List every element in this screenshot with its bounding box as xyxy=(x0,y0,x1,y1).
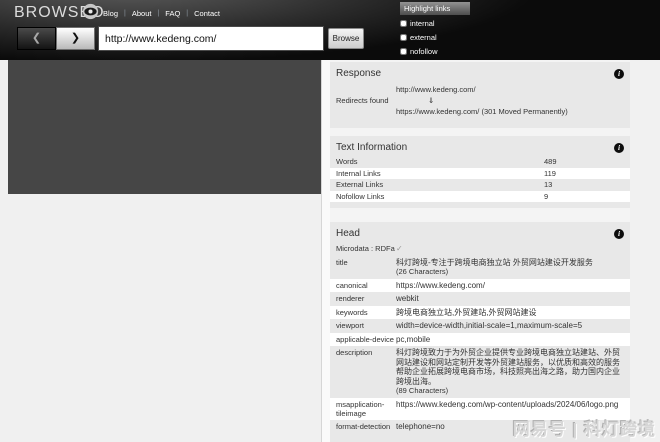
row-label: title xyxy=(336,258,396,277)
table-row: applicable-device pc,mobile xyxy=(330,333,630,347)
checkbox-label: internal xyxy=(410,19,435,28)
seo-report-panel: Response i Redirects found http://www.ke… xyxy=(330,60,630,442)
section-title: Response xyxy=(336,68,381,79)
row-value: pc,mobile xyxy=(396,335,624,345)
top-nav: Blog | About | FAQ | Contact xyxy=(103,9,220,18)
preview-scrollbar[interactable] xyxy=(321,60,330,442)
row-value: webkit xyxy=(396,294,624,304)
checkbox-label: nofollow xyxy=(410,47,438,56)
info-icon[interactable]: i xyxy=(614,69,624,79)
highlight-option-nofollow[interactable]: nofollow xyxy=(400,45,470,57)
info-icon[interactable]: i xyxy=(614,229,624,239)
back-button[interactable]: ❮ xyxy=(17,27,56,50)
browseo-eye-icon xyxy=(82,3,99,20)
row-label: keywords xyxy=(336,308,396,318)
response-section: Response i Redirects found http://www.ke… xyxy=(330,62,630,128)
row-label: Internal Links xyxy=(336,169,544,178)
row-value: 科灯跨境致力于为外贸企业提供专业跨境电商独立站建站、外贸网站建设和网站定制开发等… xyxy=(396,348,624,396)
row-label: applicable-device xyxy=(336,335,396,345)
page-preview-area xyxy=(0,60,330,442)
row-value: 跨境电商独立站,外贸建站,外贸网站建设 xyxy=(396,308,624,318)
back-chevron-icon: ❮ xyxy=(32,32,41,44)
highlight-option-internal[interactable]: internal xyxy=(400,17,470,29)
nav-separator: | xyxy=(186,10,188,17)
forward-chevron-icon: ❯ xyxy=(71,32,80,44)
redirect-chain: http://www.kedeng.com/ ⇓ https://www.ked… xyxy=(396,84,568,117)
table-row: description 科灯跨境致力于为外贸企业提供专业跨境电商独立站建站、外贸… xyxy=(330,346,630,398)
url-input[interactable] xyxy=(98,26,324,51)
row-value: 489 xyxy=(544,157,624,166)
watermark: 网易号 | 科灯跨境 xyxy=(513,415,656,440)
nav-blog[interactable]: Blog xyxy=(103,9,118,18)
highlight-links-panel: Highlight links internal external nofoll… xyxy=(400,2,470,57)
table-row: title 科灯跨境-专注于跨境电商独立站 外贸网站建设开发服务 (26 Cha… xyxy=(330,256,630,279)
table-row: External Links 13 xyxy=(330,179,630,191)
table-row: keywords 跨境电商独立站,外贸建站,外贸网站建设 xyxy=(330,306,630,320)
row-label: Words xyxy=(336,157,544,166)
row-label: viewport xyxy=(336,321,396,331)
nav-contact[interactable]: Contact xyxy=(194,9,220,18)
browseo-app: BROWSEO Blog | About | FAQ | Contact ❮ ❯… xyxy=(0,0,660,442)
table-row: Microdata : RDFa ✓ xyxy=(330,242,630,256)
redirect-to: https://www.kedeng.com/ (301 Moved Perma… xyxy=(396,106,568,117)
row-value: 9 xyxy=(544,192,624,201)
nav-separator: | xyxy=(157,10,159,17)
row-value: https://www.kedeng.com/ xyxy=(396,281,624,291)
row-value: width=device-width,initial-scale=1,maxim… xyxy=(396,321,624,331)
row-label: canonical xyxy=(336,281,396,291)
section-title: Text Information xyxy=(336,142,407,153)
table-row: Words 489 xyxy=(330,156,630,168)
row-label: description xyxy=(336,348,396,396)
header: BROWSEO Blog | About | FAQ | Contact ❮ ❯… xyxy=(0,0,660,60)
row-label: renderer xyxy=(336,294,396,304)
table-row: Redirects found http://www.kedeng.com/ ⇓… xyxy=(330,82,630,119)
row-value: 119 xyxy=(544,169,624,178)
table-row: Nofollow Links 9 xyxy=(330,191,630,203)
checkbox-label: external xyxy=(410,33,437,42)
text-information-section: Text Information i Words 489 Internal Li… xyxy=(330,136,630,208)
table-row: canonical https://www.kedeng.com/ xyxy=(330,279,630,293)
external-checkbox[interactable] xyxy=(400,34,407,41)
check-icon: ✓ xyxy=(396,244,624,254)
nav-about[interactable]: About xyxy=(132,9,152,18)
right-margin xyxy=(630,60,660,442)
nav-faq[interactable]: FAQ xyxy=(165,9,180,18)
row-label: msapplication-tileimage xyxy=(336,400,396,418)
forward-button[interactable]: ❯ xyxy=(56,27,95,50)
table-row: Internal Links 119 xyxy=(330,168,630,180)
internal-checkbox[interactable] xyxy=(400,20,407,27)
row-value: 13 xyxy=(544,180,624,189)
nofollow-checkbox[interactable] xyxy=(400,48,407,55)
head-section: Head i Microdata : RDFa ✓ title 科灯跨境-专注于… xyxy=(330,222,630,442)
row-label: External Links xyxy=(336,180,544,189)
row-label: Nofollow Links xyxy=(336,192,544,201)
table-row: viewport width=device-width,initial-scal… xyxy=(330,319,630,333)
redirect-arrow-icon: ⇓ xyxy=(396,95,568,106)
row-label: Redirects found xyxy=(336,96,396,105)
row-value: 科灯跨境-专注于跨境电商独立站 外贸网站建设开发服务 (26 Character… xyxy=(396,258,624,277)
info-icon[interactable]: i xyxy=(614,143,624,153)
page-preview-placeholder xyxy=(8,60,321,194)
nav-separator: | xyxy=(124,10,126,17)
browse-button[interactable]: Browse xyxy=(328,28,364,49)
row-label: format-detection xyxy=(336,422,396,432)
highlight-option-external[interactable]: external xyxy=(400,31,470,43)
row-label: Microdata : RDFa xyxy=(336,244,396,254)
highlight-links-title: Highlight links xyxy=(400,2,470,15)
section-title: Head xyxy=(336,228,360,239)
redirect-from: http://www.kedeng.com/ xyxy=(396,84,568,95)
table-row: renderer webkit xyxy=(330,292,630,306)
